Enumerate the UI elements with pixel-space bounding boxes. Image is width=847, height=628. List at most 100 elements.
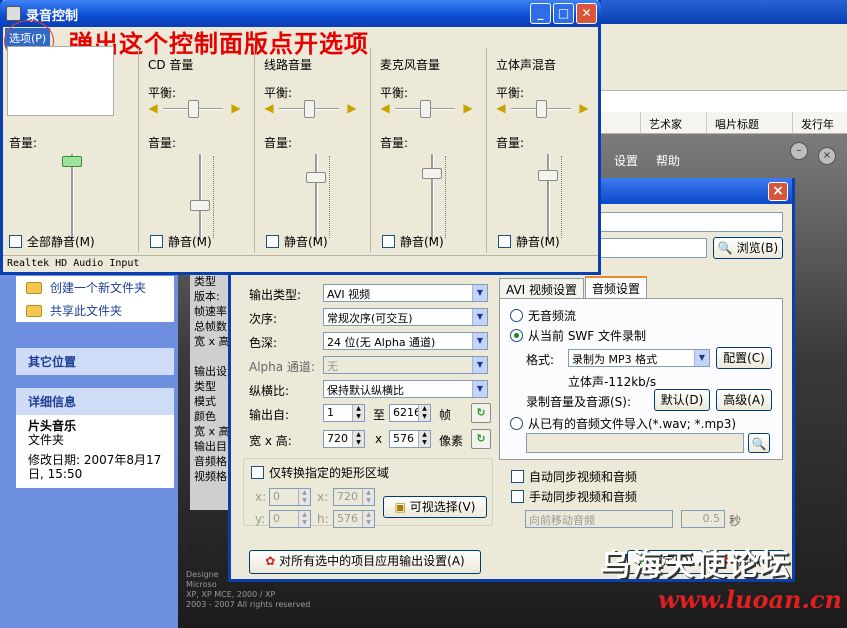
checkbox-box[interactable] [382,235,395,248]
dialog-close-button[interactable]: × [768,182,788,201]
balance-thumb[interactable] [188,100,199,118]
recording-control-window: 录音控制 _ □ ✕ 选项(P) 弹出这个控制面版点开选项 音量: 全部静音(M… [0,0,601,275]
volume-thumb[interactable] [538,170,558,181]
dropdown-arrow-icon[interactable]: ▼ [472,285,487,301]
player-minimize-button[interactable]: – [790,142,808,160]
dropdown-arrow-icon[interactable]: ▼ [472,309,487,325]
width-spinner[interactable]: 720 ▲ ▼ [323,430,365,448]
column-header-year[interactable]: 发行年 [792,112,847,133]
spinner-arrows-icon[interactable]: ▲ ▼ [418,405,430,421]
browse-button[interactable]: 🔍 浏览(B) [713,237,783,259]
checkbox-box[interactable] [511,490,524,503]
config-button[interactable]: 配置(C) [716,347,772,369]
apply-all-label: 对所有选中的项目应用输出设置(A) [279,554,465,568]
dropdown-arrow-icon[interactable]: ▼ [472,381,487,397]
balance-thumb[interactable] [536,100,547,118]
volume-track[interactable] [199,154,202,240]
color-depth-select[interactable]: 24 位(无 Alpha 通道) ▼ [323,332,488,350]
tab-audio-settings[interactable]: 音频设置 [585,276,648,300]
speaker-right-icon: ▶ [347,101,357,115]
close-button[interactable]: ✕ [576,3,597,24]
balance-thumb[interactable] [304,100,315,118]
mute-checkbox[interactable]: 静音(M) [266,233,328,250]
no-audio-radio[interactable]: 无音频流 [510,307,576,324]
maximize-button[interactable]: □ [553,3,574,24]
from-frame-spinner[interactable]: 1 ▲ ▼ [323,404,365,422]
aspect-select[interactable]: 保持默认纵横比 ▼ [323,380,488,398]
dropdown-arrow-icon[interactable]: ▼ [472,333,487,349]
volume-thumb[interactable] [190,200,210,211]
mute-checkbox[interactable]: 静音(M) [150,233,212,250]
volume-track[interactable] [547,154,550,240]
checkbox-box[interactable] [251,466,264,479]
dropdown-arrow-icon[interactable]: ▼ [694,350,709,366]
seconds-label: 秒 [729,514,742,528]
record-swf-radio[interactable]: 从当前 SWF 文件录制 [510,327,646,344]
record-swf-label: 从当前 SWF 文件录制 [528,329,647,343]
player-menu-help[interactable]: 帮助 [656,152,680,169]
frames-unit-label: 帧 [439,408,452,422]
output-file-field[interactable] [591,238,707,258]
aspect-value: 保持默认纵横比 [327,384,404,397]
volume-label: 音量: [496,136,525,150]
height-spinner[interactable]: 576 ▲ ▼ [389,430,431,448]
details-title[interactable]: 详细信息 [16,388,174,415]
default-button[interactable]: 默认(D) [654,389,710,411]
advanced-button[interactable]: 高级(A) [716,389,772,411]
auto-sync-checkbox[interactable]: 自动同步视频和音频 [511,468,637,485]
column-header-album[interactable]: 唱片标题 [706,112,792,133]
task-new-folder[interactable]: 创建一个新文件夹 [16,276,174,299]
task-share-folder[interactable]: 共享此文件夹 [16,299,174,322]
watermark-text: 乌海天使论坛 [600,548,792,583]
apply-all-button[interactable]: ✿ 对所有选中的项目应用输出设置(A) [249,550,481,574]
radio-circle[interactable] [510,417,523,430]
output-path-field[interactable] [591,212,783,232]
checkbox-box[interactable] [266,235,279,248]
volume-track[interactable] [315,154,318,240]
order-select[interactable]: 常规次序(可交互) ▼ [323,308,488,326]
refresh-frames-icon[interactable]: ↻ [471,403,491,423]
column-title: CD 音量 [148,58,194,72]
volume-thumb[interactable] [306,172,326,183]
to-frame-spinner[interactable]: 6216 ▲ ▼ [389,404,431,422]
checkbox-box[interactable] [150,235,163,248]
mute-checkbox[interactable]: 静音(M) [382,233,444,250]
output-type-select[interactable]: AVI 视频 ▼ [323,284,488,302]
import-audio-radio[interactable]: 从已有的音频文件导入(*.wav; *.mp3) [510,415,736,432]
mute-all-checkbox[interactable]: 全部静音(M) [9,233,95,250]
audio-format-select[interactable]: 录制为 MP3 格式 ▼ [568,349,710,367]
refresh-size-icon[interactable]: ↻ [471,429,491,449]
spinner-arrows-icon[interactable]: ▲ ▼ [418,431,430,447]
other-places-box[interactable]: 其它位置 [16,348,174,375]
balance-thumb[interactable] [420,100,431,118]
other-places-title[interactable]: 其它位置 [16,348,174,375]
shift-seconds-field: 0.5 [681,510,725,528]
alpha-channel-select: 无 ▼ [323,356,488,374]
wh-label: 宽 x 高: [249,434,292,448]
player-menu-settings[interactable]: 设置 [614,152,638,169]
dropdown-arrow-icon: ▼ [472,357,487,373]
minimize-button[interactable]: _ [530,3,551,24]
volume-track[interactable] [431,154,434,240]
radio-circle[interactable] [510,329,523,342]
spinner-arrows-icon[interactable]: ▲ ▼ [352,431,364,447]
audio-file-browse-button[interactable]: 🔍 [748,433,770,453]
player-close-button[interactable]: × [818,147,836,165]
tab-avi-settings[interactable]: AVI 视频设置 [499,278,585,300]
checkbox-box[interactable] [9,235,22,248]
mute-checkbox[interactable]: 静音(M) [498,233,560,250]
footer-line: 2003 - 2007 All rights reserved [186,600,311,609]
master-volume-thumb[interactable] [62,156,82,167]
only-rect-checkbox[interactable]: 仅转换指定的矩形区域 [251,464,389,481]
checkbox-box[interactable] [498,235,511,248]
watermark-url: www.luoan.cn [658,585,842,614]
volume-thumb[interactable] [422,168,442,179]
manual-sync-checkbox[interactable]: 手动同步视频和音频 [511,488,637,505]
no-audio-label: 无音频流 [528,309,577,323]
visual-select-button[interactable]: ▣ 可视选择(V) [383,496,487,518]
column-header-artist[interactable]: 艺术家 [640,112,706,133]
checkbox-box[interactable] [511,470,524,483]
spinner-arrows-icon[interactable]: ▲ ▼ [352,405,364,421]
radio-circle[interactable] [510,309,523,322]
options-popup-menu[interactable] [7,46,114,116]
